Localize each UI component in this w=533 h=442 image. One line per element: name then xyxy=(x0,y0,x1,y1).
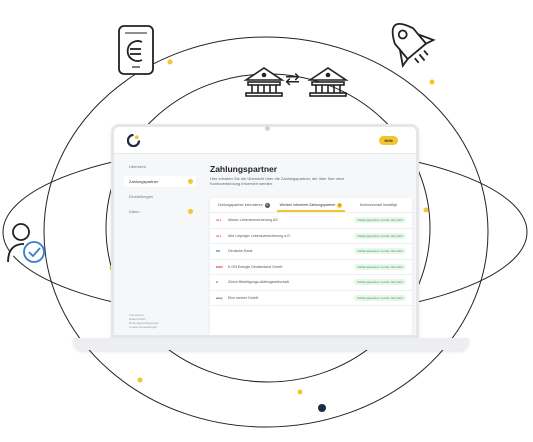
partner-name: Alte Leipziger Lebensversicherung a.G. xyxy=(228,233,291,238)
main-content: Zahlungspartner Hier erhalten Sie die Üb… xyxy=(210,164,416,335)
footer-link[interactable]: Cookie-Einstellungen xyxy=(129,325,159,329)
status-badge: Zahlungspartner wurde informiert xyxy=(354,279,406,285)
table-row[interactable]: easy Eins meiner GmbH Zahlungspartner wurd… xyxy=(210,291,412,306)
table-row[interactable]: ALL Allianz Lebensversicherung AG Zahlungs… xyxy=(210,213,412,229)
bank-icon xyxy=(307,67,349,97)
brand-logo-icon xyxy=(127,134,140,147)
partners-card: Zahlungspartner informieren 6 Werden info… xyxy=(210,198,412,335)
decor-dot xyxy=(297,389,303,395)
partner-name: Eins meiner GmbH xyxy=(228,295,259,300)
notification-dot xyxy=(188,179,193,184)
sidebar-item-overview[interactable]: Ubersicht xyxy=(124,161,196,172)
bank-icon xyxy=(243,67,285,97)
partner-name: Allianz Lebensversicherung AG xyxy=(228,218,278,222)
partner-logo-icon: Z xyxy=(216,280,218,284)
partner-logo-icon: ALL xyxy=(216,233,222,238)
sidebar-item-label: Ubersicht xyxy=(129,164,146,169)
status-badge: Zahlungspartner wurde informiert xyxy=(354,294,406,301)
decor-dot xyxy=(167,59,173,65)
laptop-camera xyxy=(265,126,270,131)
tab-count-badge: 6 xyxy=(337,202,343,208)
euro-phone-icon xyxy=(118,25,154,75)
sidebar-item-data[interactable]: Daten xyxy=(124,206,196,217)
sidebar-item-label: Zahlungspartner xyxy=(129,179,159,184)
tab-count-badge: 6 xyxy=(264,202,270,208)
help-button[interactable]: Hilfe xyxy=(379,136,398,145)
table-row[interactable]: DB Deutsche Bank Zahlungspartner wurde inf… xyxy=(210,244,412,260)
status-badge: Zahlungspartner wurde informiert xyxy=(354,232,406,239)
decor-dot-dark xyxy=(318,404,326,412)
laptop-screen: Hilfe Ubersicht Zahlungspartner Einstell… xyxy=(111,124,419,338)
tab-being-informed[interactable]: Werden informiert Zahlungspartner 6 xyxy=(277,198,345,212)
sidebar-item-payment-partners[interactable]: Zahlungspartner xyxy=(124,176,196,187)
partner-list: ALL Allianz Lebensversicherung AG Zahlungs… xyxy=(210,213,412,306)
sidebar-item-label: Daten xyxy=(129,209,140,214)
decor-dot xyxy=(423,207,429,213)
decor-dot xyxy=(429,79,435,85)
exchange-arrows-icon: ⇄ xyxy=(285,69,301,89)
app-header: Hilfe xyxy=(114,127,416,154)
tab-bar: Zahlungspartner informieren 6 Werden info… xyxy=(210,198,412,213)
table-row[interactable]: EON E.ON Energie Deutschland GmbH Zahlungs… xyxy=(210,260,412,275)
table-row[interactable]: Z Zürich Beteiligungs-Aktiengesellschaft Z… xyxy=(210,275,412,291)
decor-dot xyxy=(137,377,143,383)
tab-label: Zahlungspartner informieren xyxy=(217,203,263,207)
partner-logo-icon: DB xyxy=(216,249,221,253)
partner-name: Zürich Beteiligungs-Aktiengesellschaft xyxy=(228,280,289,284)
tab-label: Kontowechsel bestätigt xyxy=(359,203,397,207)
status-badge: Zahlungspartner wurde informiert xyxy=(354,263,406,270)
partner-name: E.ON Energie Deutschland GmbH xyxy=(228,264,283,269)
laptop-base xyxy=(73,338,469,350)
sidebar: Ubersicht Zahlungspartner Einstellungen … xyxy=(124,157,196,329)
tab-switch-confirmed[interactable]: Kontowechsel bestätigt xyxy=(345,198,412,212)
status-badge: Zahlungspartner wurde informiert xyxy=(354,248,406,254)
sidebar-footer: Impressum Datenschutz Nutzungsbedingunge… xyxy=(129,313,159,329)
page-title: Zahlungspartner xyxy=(210,164,278,174)
tab-inform-partners[interactable]: Zahlungspartner informieren 6 xyxy=(210,198,277,212)
notification-dot xyxy=(188,209,193,214)
partner-logo-icon: easy xyxy=(216,295,223,300)
sidebar-item-label: Einstellungen xyxy=(129,194,154,199)
app-window: Hilfe Ubersicht Zahlungspartner Einstell… xyxy=(114,127,416,335)
page-subtitle: Hier erhalten Sie die Übersicht über die… xyxy=(210,176,345,186)
partner-name: Deutsche Bank xyxy=(228,249,253,253)
partner-logo-icon: ALL xyxy=(216,218,222,222)
rocket-icon xyxy=(391,23,436,68)
tab-label: Werden informiert Zahlungspartner xyxy=(279,203,336,207)
status-badge: Zahlungspartner wurde informiert xyxy=(354,217,406,223)
table-row[interactable]: ALL Alte Leipziger Lebensversicherung a.G… xyxy=(210,229,412,244)
partner-logo-icon: EON xyxy=(216,264,223,269)
sidebar-item-settings[interactable]: Einstellungen xyxy=(124,191,196,202)
